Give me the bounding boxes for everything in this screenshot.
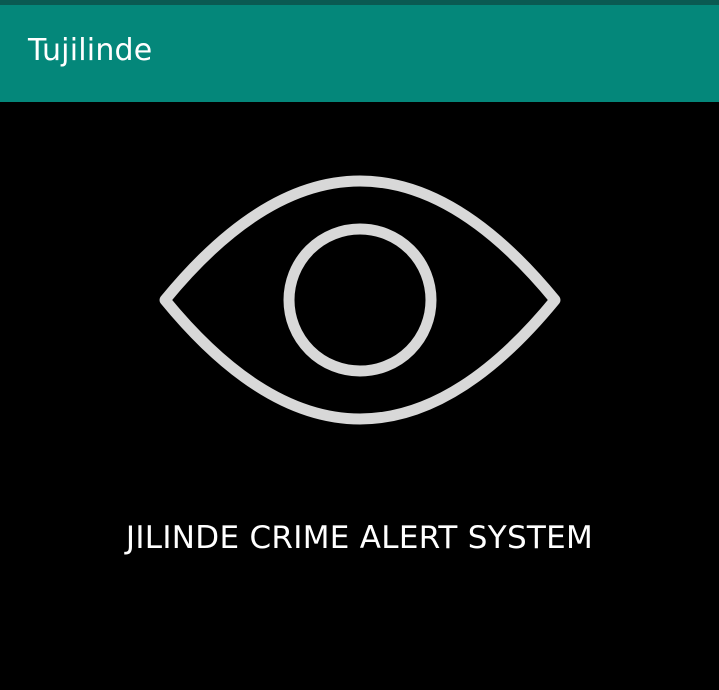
eye-iris <box>283 223 437 377</box>
eye-icon <box>155 172 565 432</box>
eye-outline <box>159 175 561 425</box>
splash-screen: Tujilinde JILINDE CRIME ALERT SYSTEM <box>0 0 719 690</box>
app-title: Tujilinde <box>28 33 153 68</box>
app-bar: Tujilinde <box>0 5 719 102</box>
app-tagline: JILINDE CRIME ALERT SYSTEM <box>125 520 594 556</box>
splash-content: JILINDE CRIME ALERT SYSTEM <box>0 102 719 690</box>
